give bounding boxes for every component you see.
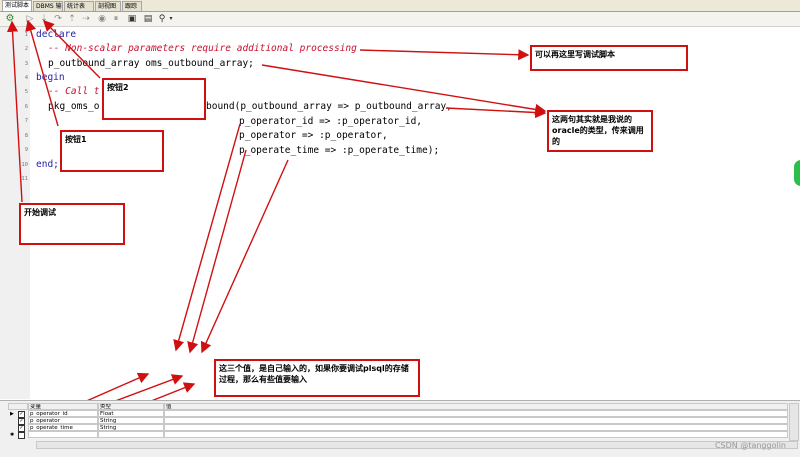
grid-vertical-scrollbar[interactable]: [789, 403, 799, 441]
side-float-badge[interactable]: [794, 160, 800, 186]
grid-cell-variable[interactable]: [28, 431, 98, 438]
row-checkbox[interactable]: [18, 432, 25, 439]
grid-cell-type[interactable]: String: [98, 417, 164, 424]
note-input-values: 这三个值，是自己输入的，如果你要调试plsql的存储过程，那么有些值要输入: [214, 359, 420, 397]
grid-cell-type[interactable]: String: [98, 424, 164, 431]
arrow-script: [359, 49, 530, 61]
new-row-asterisk-icon: ✱: [10, 432, 15, 438]
note-oracle-type: 这两句其实就是我说的oracle的类型，传来调用的: [547, 110, 653, 152]
arrow-input-1: [173, 123, 241, 352]
arrow-start-debug: [6, 20, 23, 203]
note-button1: 按钮1: [60, 130, 164, 172]
grid-cell-variable: p_operate_time: [28, 424, 98, 431]
watermark: CSDN @tanggolin: [714, 441, 786, 450]
grid-row-indicator-header: [8, 403, 28, 410]
arrow-input-3: [200, 159, 289, 354]
arrow-input-2: [187, 149, 247, 354]
grid-cell-value[interactable]: [164, 424, 788, 431]
grid-horizontal-scrollbar[interactable]: [36, 441, 798, 449]
note-start-debug: 开始调试: [19, 203, 125, 245]
note-button2: 按钮2: [102, 78, 206, 120]
grid-cell-value[interactable]: [164, 410, 788, 417]
grid-cell-type[interactable]: [98, 431, 164, 438]
grid-cell-value[interactable]: [164, 417, 788, 424]
grid-cell-type[interactable]: Float: [98, 410, 164, 417]
note-rewrite-script: 可以再这里写调试脚本: [530, 45, 688, 71]
row-checkbox[interactable]: ✓: [18, 425, 25, 432]
arrow-button1: [25, 19, 59, 127]
grid-header-value: 值: [164, 403, 788, 410]
grid-cell-variable: p_operator: [28, 417, 98, 424]
grid-header-type: 类型: [98, 403, 164, 410]
grid-cell-variable: p_operator_id: [28, 410, 98, 417]
row-checkbox[interactable]: ✓: [18, 411, 25, 418]
grid-header-variable: 变量: [28, 403, 98, 410]
grid-cell-value[interactable]: [164, 431, 788, 438]
arrow-oracle-type-1: [261, 64, 547, 115]
current-row-arrow-icon: ▶: [10, 411, 14, 417]
arrow-button2: [43, 20, 101, 79]
row-checkbox[interactable]: ✓: [18, 418, 25, 425]
